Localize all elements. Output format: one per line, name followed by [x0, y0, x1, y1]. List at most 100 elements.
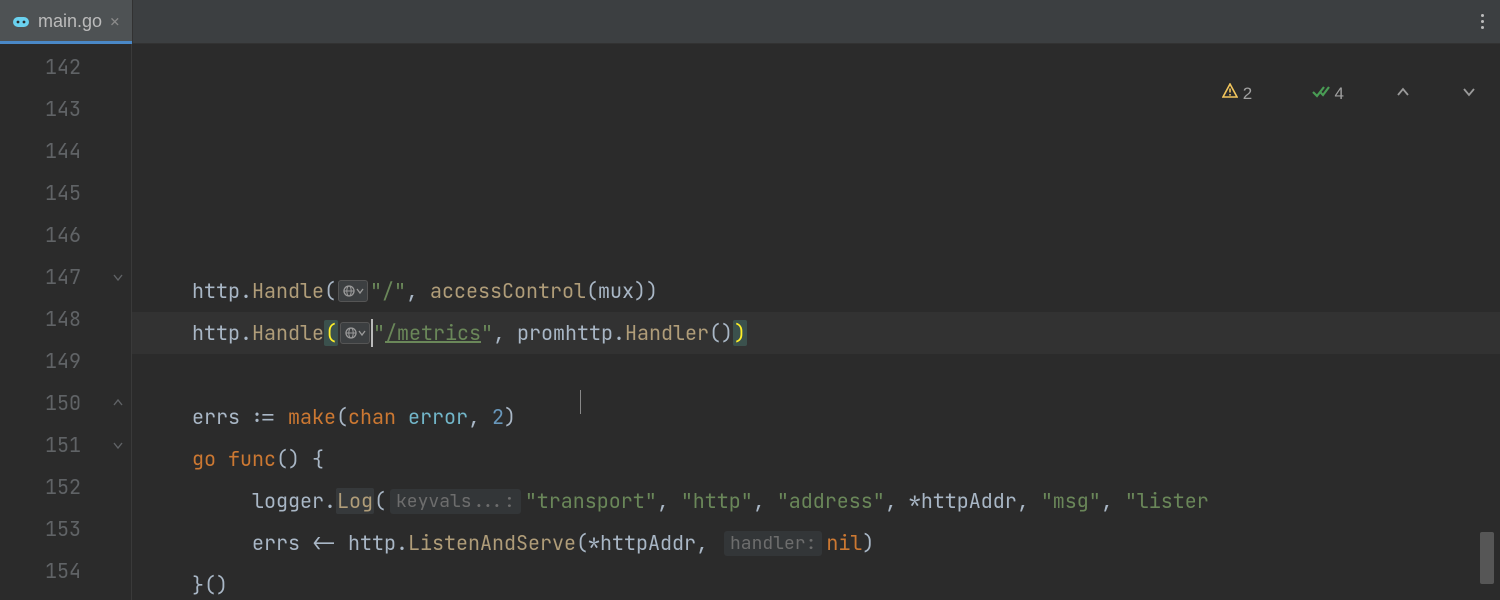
tab-bar: main.go ✕ [0, 0, 1500, 44]
token: "lister [1125, 488, 1209, 514]
pass-number: 4 [1335, 84, 1344, 104]
go-file-icon [12, 15, 30, 29]
token: httpAddr [921, 488, 1017, 514]
gutter-row[interactable]: 153 [0, 508, 131, 550]
line-number: 147 [45, 264, 81, 290]
gutter-row[interactable]: 149 [0, 340, 131, 382]
token: ( [336, 404, 348, 430]
token: accessControl [430, 278, 586, 304]
pass-count[interactable]: 4 [1264, 64, 1344, 124]
token: ( [324, 278, 336, 304]
file-tab-main-go[interactable]: main.go ✕ [0, 0, 133, 43]
token: keyvals...: [390, 489, 521, 514]
token: ( [586, 278, 598, 304]
token: , [1101, 488, 1125, 514]
gutter-row[interactable]: 143 [0, 88, 131, 130]
url-chip[interactable] [338, 280, 368, 302]
tab-spacer [133, 0, 1464, 43]
gutter: 142 143 144 145 146 147 148 149 150151 152 153 154 [0, 44, 132, 600]
token: "msg" [1041, 488, 1101, 514]
gutter-row[interactable]: 142 [0, 46, 131, 88]
token: }() [192, 572, 228, 598]
gutter-row[interactable]: 146 [0, 214, 131, 256]
token: , [657, 488, 681, 514]
token: := [252, 404, 288, 430]
prev-highlight-button[interactable] [1356, 62, 1410, 125]
token: handler: [724, 531, 822, 556]
next-highlight-button[interactable] [1422, 62, 1476, 125]
line-number: 149 [45, 348, 81, 374]
gutter-row[interactable]: 144 [0, 130, 131, 172]
token: " [481, 320, 493, 346]
token: , [1017, 488, 1041, 514]
more-options-button[interactable] [1464, 0, 1500, 43]
gutter-row[interactable]: 145 [0, 172, 131, 214]
line-number: 154 [45, 558, 81, 584]
token: , * [885, 488, 921, 514]
code-line[interactable] [132, 354, 1500, 396]
line-number: 142 [45, 54, 81, 80]
warning-count[interactable]: 2 [1175, 63, 1253, 124]
token: <- [312, 530, 348, 556]
close-icon[interactable]: ✕ [110, 11, 120, 32]
token: . [396, 530, 408, 556]
token: logger [252, 488, 324, 514]
token: ( [374, 488, 386, 514]
token: /metrics [385, 320, 481, 346]
token: "/" [370, 278, 406, 304]
line-number: 146 [45, 222, 81, 248]
line-number: 153 [45, 516, 81, 542]
line-number: 143 [45, 96, 81, 122]
inspection-widget[interactable]: 2 4 [1175, 62, 1476, 125]
line-number: 145 [45, 180, 81, 206]
token: mux [598, 278, 634, 304]
gutter-row[interactable]: 148 [0, 298, 131, 340]
tab-label: main.go [38, 11, 102, 32]
url-chip[interactable] [340, 322, 370, 344]
gutter-row[interactable]: 147 [0, 256, 131, 298]
code-line[interactable] [132, 228, 1500, 270]
token: go func [192, 446, 276, 472]
gutter-row[interactable]: 150 [0, 382, 131, 424]
token: Handle [252, 278, 324, 304]
line-number: 152 [45, 474, 81, 500]
token: , [696, 530, 720, 556]
token: ) [733, 320, 747, 346]
token: . [613, 320, 625, 346]
token: , [468, 404, 492, 430]
token: errs [192, 404, 252, 430]
code-line[interactable]: logger.Log(keyvals...:"transport", "http… [132, 480, 1500, 522]
token: ListenAndServe [408, 530, 576, 556]
token: ) [504, 404, 516, 430]
code-line[interactable]: }() [132, 564, 1500, 600]
fold-collapse-icon[interactable] [111, 438, 125, 452]
vertical-scrollbar[interactable] [1480, 532, 1494, 584]
code-area[interactable]: 2 4 http.Handle("/", accessControl(mux))… [132, 44, 1500, 600]
token: , [493, 320, 517, 346]
token: , [753, 488, 777, 514]
check-icon [1264, 64, 1329, 124]
token: , [406, 278, 430, 304]
gutter-row[interactable]: 154 [0, 550, 131, 592]
token: () [709, 320, 733, 346]
token: promhttp [517, 320, 613, 346]
token: ) [862, 530, 874, 556]
editor: 142143144145146147148149150151152153154 … [0, 44, 1500, 600]
code-line[interactable]: go func() { [132, 438, 1500, 480]
warning-number: 2 [1243, 84, 1252, 104]
fold-collapse-icon[interactable] [111, 270, 125, 284]
token: . [324, 488, 336, 514]
fold-expand-icon[interactable] [111, 396, 125, 410]
token: errs [252, 530, 312, 556]
code-line[interactable]: http.Handle("/metrics", promhttp.Handler… [132, 312, 1500, 354]
line-number: 148 [45, 306, 81, 332]
token: http [192, 278, 240, 304]
gutter-row[interactable]: 151 [0, 424, 131, 466]
token: make [288, 404, 336, 430]
gutter-row[interactable]: 152 [0, 466, 131, 508]
code-line[interactable]: http.Handle("/", accessControl(mux)) [132, 270, 1500, 312]
code-line[interactable]: errs <- http.ListenAndServe(*httpAddr, h… [132, 522, 1500, 564]
token: chan [348, 404, 408, 430]
token: "transport" [525, 488, 657, 514]
code-line[interactable]: errs := make(chan error, 2) [132, 396, 1500, 438]
